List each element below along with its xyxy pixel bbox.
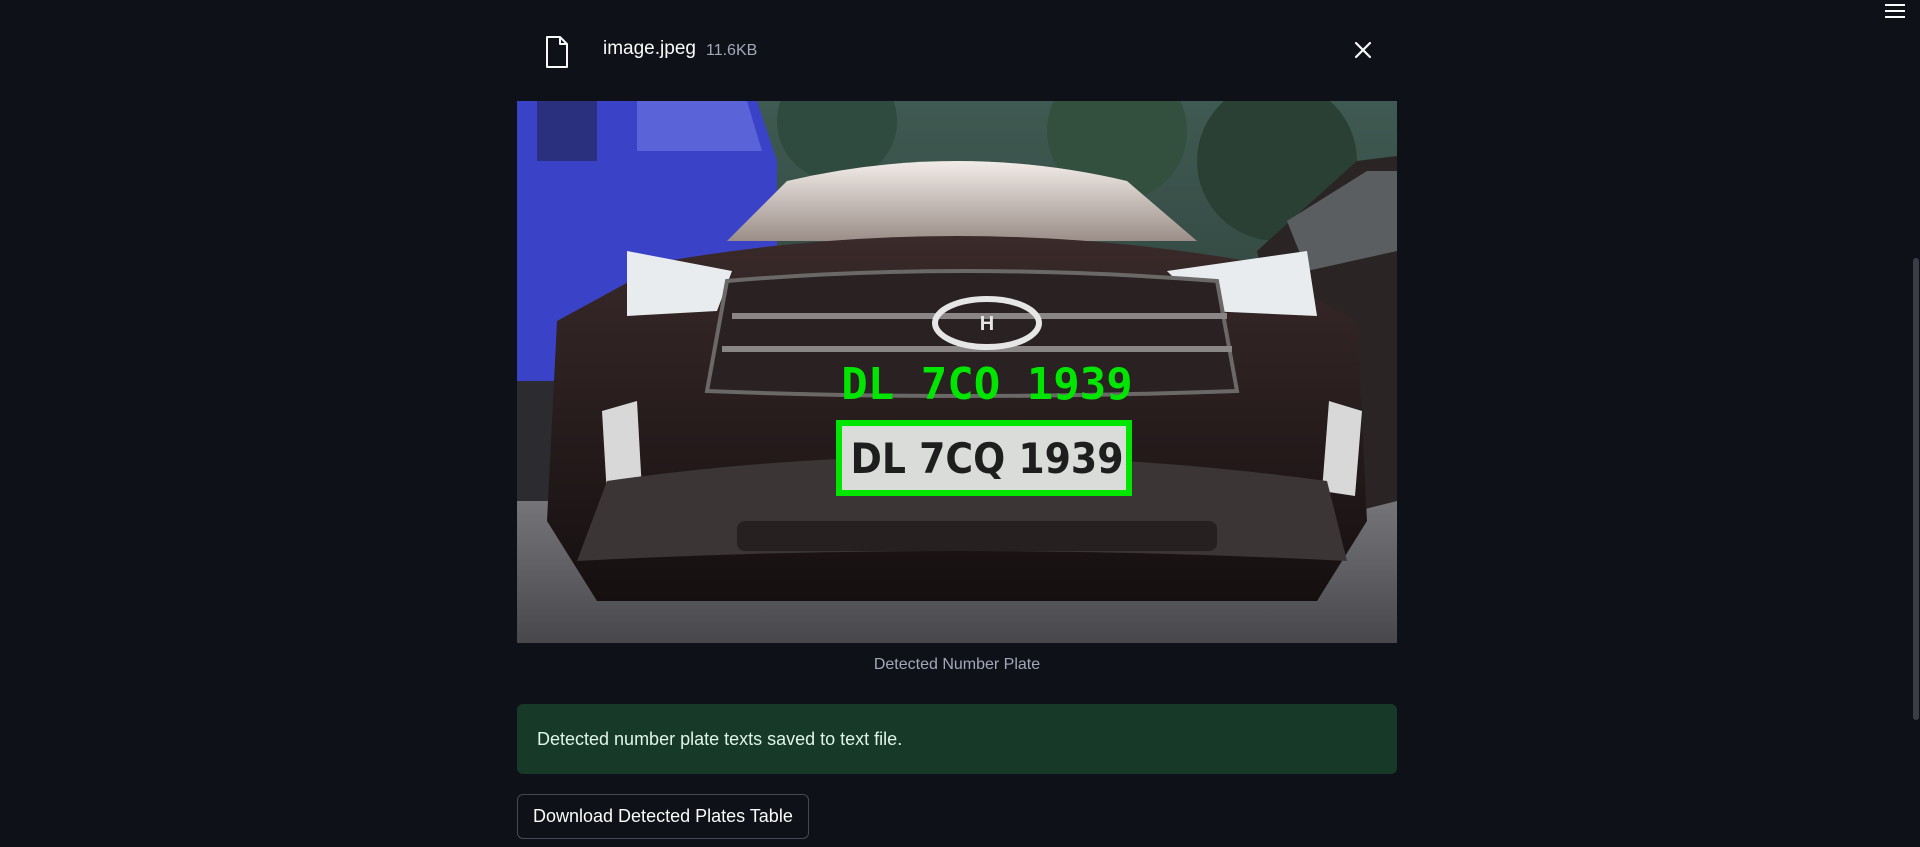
file-size: 11.6KB [706, 42, 758, 59]
file-icon [546, 36, 568, 68]
file-name: image.jpeg [603, 38, 696, 59]
hamburger-menu-icon[interactable] [1880, 0, 1910, 22]
app-root: image.jpeg 11.6KB H DL 7CQ 1939 DL 7CO 1… [0, 0, 1920, 847]
plate-overlay-text: DL 7CO 1939 [841, 359, 1132, 410]
download-plates-table-button[interactable]: Download Detected Plates Table [517, 794, 809, 839]
plate-text: DL 7CQ 1939 [850, 434, 1123, 483]
detected-plate-image: H DL 7CQ 1939 DL 7CO 1939 [517, 101, 1397, 643]
uploaded-file-row: image.jpeg 11.6KB [517, 0, 1397, 100]
scrollbar-thumb[interactable] [1913, 258, 1919, 720]
image-caption: Detected Number Plate [873, 656, 1041, 673]
alert-message: Detected number plate texts saved to tex… [537, 728, 903, 749]
close-icon [1354, 41, 1372, 59]
car-photo: H DL 7CQ 1939 DL 7CO 1939 [517, 101, 1397, 643]
success-alert: Detected number plate texts saved to tex… [517, 704, 1397, 774]
car-logo: H [980, 313, 994, 335]
scrollbar[interactable] [1912, 0, 1920, 847]
main-column: image.jpeg 11.6KB H DL 7CQ 1939 DL 7CO 1… [517, 0, 1397, 839]
remove-file-button[interactable] [1349, 36, 1377, 64]
